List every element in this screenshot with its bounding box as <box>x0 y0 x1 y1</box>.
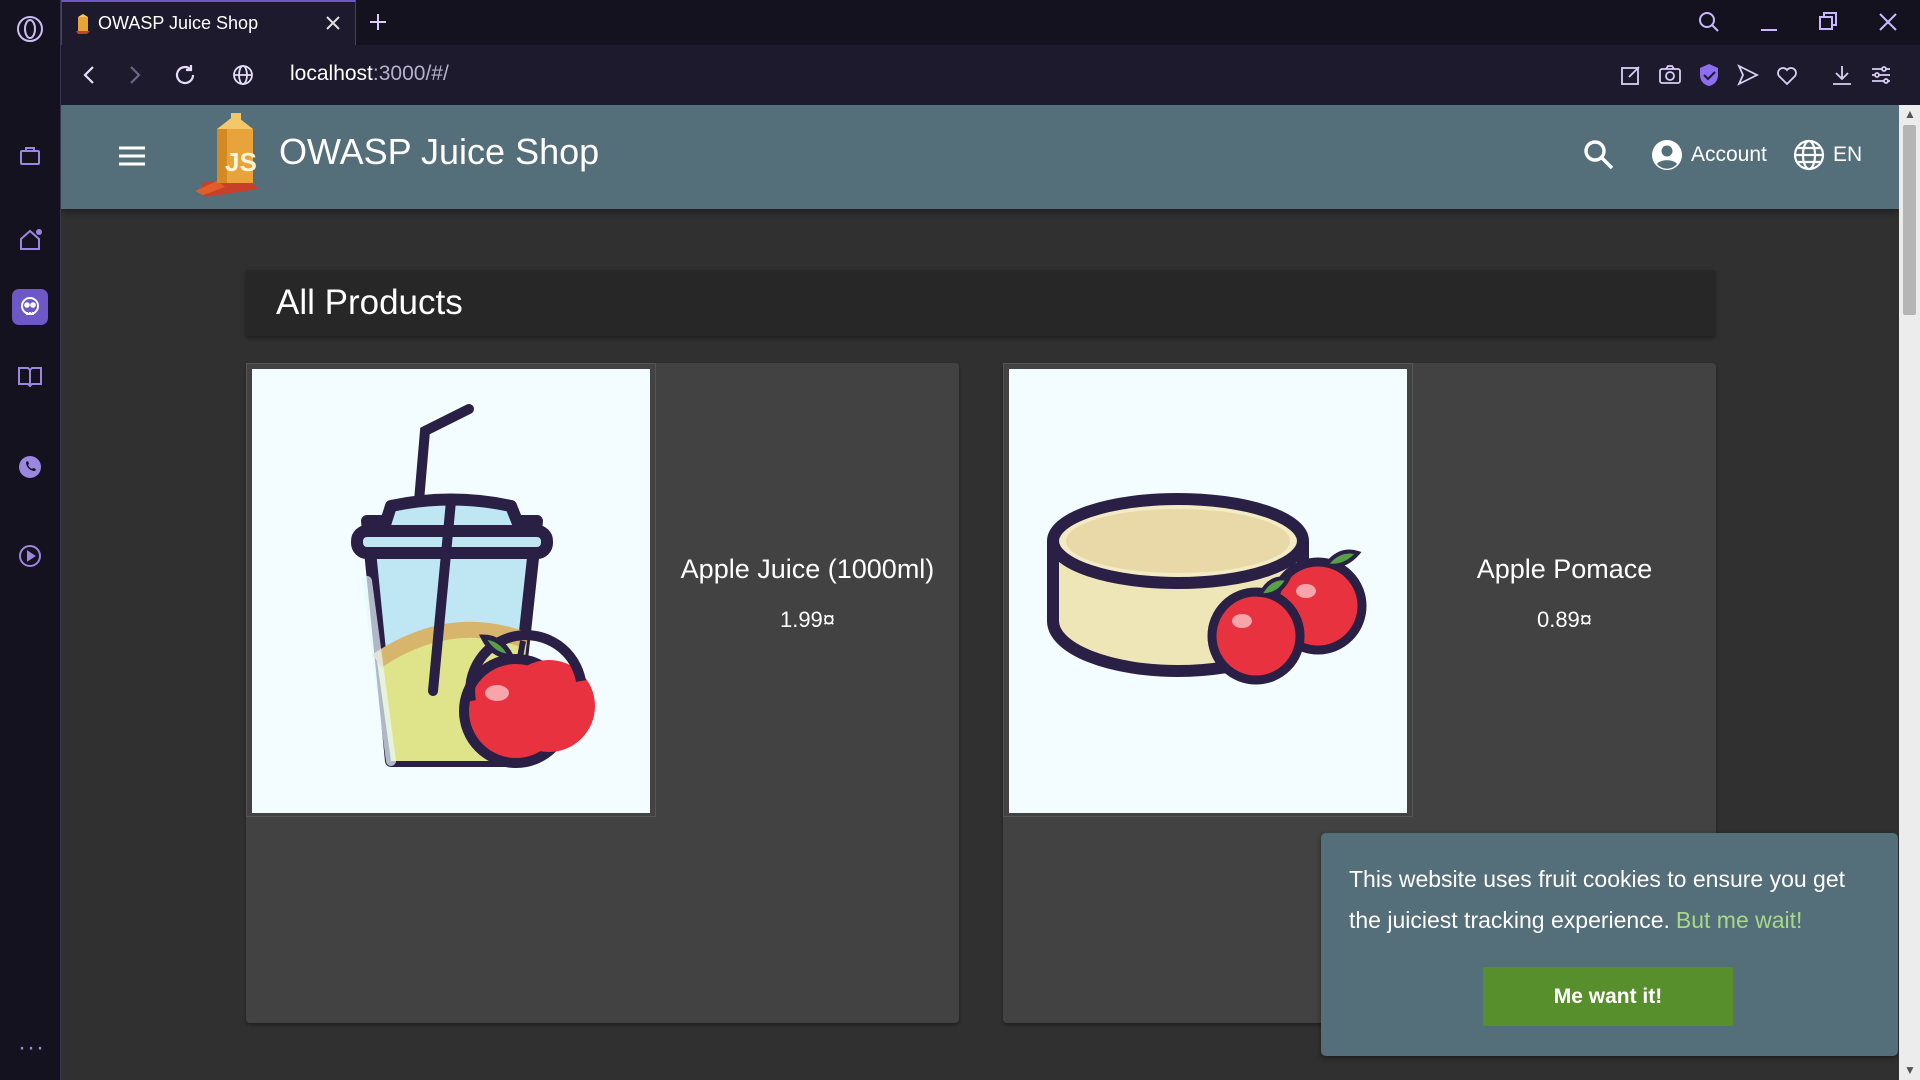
scroll-down-icon[interactable]: ▼ <box>1904 1063 1916 1077</box>
product-image-frame[interactable] <box>1003 363 1413 817</box>
juice-shop-favicon-icon <box>76 13 90 34</box>
url-field[interactable]: localhost:3000/#/ <box>290 62 449 86</box>
url-host: localhost <box>290 62 373 85</box>
send-icon[interactable] <box>1736 63 1760 87</box>
product-price: 1.99¤ <box>779 606 836 632</box>
juice-shop-logo[interactable]: JS <box>195 113 273 197</box>
language-globe-icon <box>1793 139 1825 171</box>
reload-button[interactable] <box>173 63 197 87</box>
app-title[interactable]: OWASP Juice Shop <box>279 131 599 173</box>
cookie-consent-banner: This website uses fruit cookies to ensur… <box>1321 833 1898 1056</box>
address-bar-row: localhost:3000/#/ <box>61 45 1920 105</box>
url-path: :3000/#/ <box>372 62 449 85</box>
search-tabs-icon[interactable] <box>1697 10 1721 39</box>
restore-icon[interactable] <box>1817 10 1839 39</box>
product-price: 0.89¤ <box>1536 606 1593 632</box>
aria-icon[interactable] <box>12 289 48 325</box>
scrollbar-thumb[interactable] <box>1903 125 1916 315</box>
cookie-accept-button[interactable]: Me want it! <box>1483 967 1733 1026</box>
snapshot-edit-icon[interactable] <box>1619 63 1643 87</box>
camera-icon[interactable] <box>1658 63 1682 87</box>
bookmark-book-icon[interactable] <box>12 358 48 394</box>
page-title: All Products <box>276 283 463 322</box>
download-icon[interactable] <box>1830 63 1854 87</box>
whatsapp-icon[interactable] <box>12 449 48 485</box>
forward-button[interactable] <box>123 63 147 87</box>
product-card-apple-juice[interactable]: Apple Juice (1000ml) 1.99¤ <box>246 363 959 1023</box>
back-button[interactable] <box>77 63 101 87</box>
product-image-apple-pomace[interactable] <box>1009 369 1407 813</box>
account-circle-icon <box>1652 140 1682 170</box>
shield-icon[interactable] <box>1697 63 1721 87</box>
product-image-frame[interactable] <box>246 363 656 817</box>
bag-icon[interactable] <box>12 137 48 173</box>
player-icon[interactable] <box>12 538 48 574</box>
cookie-message: This website uses fruit cookies to ensur… <box>1349 859 1870 941</box>
product-name: Apple Juice (1000ml) <box>680 553 935 584</box>
account-button[interactable]: Account <box>1651 137 1767 173</box>
new-tab-button[interactable] <box>365 9 391 35</box>
language-button[interactable]: EN <box>1793 137 1862 173</box>
more-icon[interactable]: ··· <box>18 1034 45 1062</box>
search-button[interactable] <box>1581 137 1617 173</box>
globe-site-info-icon[interactable] <box>231 63 255 87</box>
page-viewport: JS OWASP Juice Shop Account EN All Produ… <box>61 105 1899 1080</box>
product-image-apple-juice[interactable] <box>252 369 650 813</box>
svg-text:JS: JS <box>225 147 257 177</box>
menu-icon[interactable] <box>117 141 147 171</box>
close-icon[interactable] <box>323 13 343 33</box>
easy-setup-icon[interactable] <box>1869 63 1893 87</box>
language-label: EN <box>1833 143 1863 166</box>
heart-icon[interactable] <box>1775 63 1799 87</box>
page-scrollbar[interactable]: ▲ ▼ <box>1899 105 1920 1080</box>
tab-title: OWASP Juice Shop <box>98 13 259 33</box>
scroll-up-icon[interactable]: ▲ <box>1904 107 1916 121</box>
product-info: Apple Juice (1000ml) 1.99¤ <box>656 363 959 817</box>
minimize-icon[interactable] <box>1758 10 1780 39</box>
tab-strip: OWASP Juice Shop <box>61 0 1920 45</box>
product-info: Apple Pomace 0.89¤ <box>1413 363 1716 817</box>
home-icon[interactable] <box>12 222 48 258</box>
product-name: Apple Pomace <box>1476 553 1653 584</box>
opera-logo-icon[interactable] <box>12 11 48 47</box>
window-close-icon[interactable] <box>1877 10 1899 39</box>
app-toolbar: JS OWASP Juice Shop Account EN <box>61 105 1899 209</box>
cookie-learn-more-link[interactable]: But me wait! <box>1676 907 1803 933</box>
account-label: Account <box>1691 143 1767 166</box>
tab-juice-shop[interactable]: OWASP Juice Shop <box>61 0 356 45</box>
browser-sidebar: ··· <box>0 0 61 1080</box>
products-heading-bar: All Products <box>246 270 1715 336</box>
